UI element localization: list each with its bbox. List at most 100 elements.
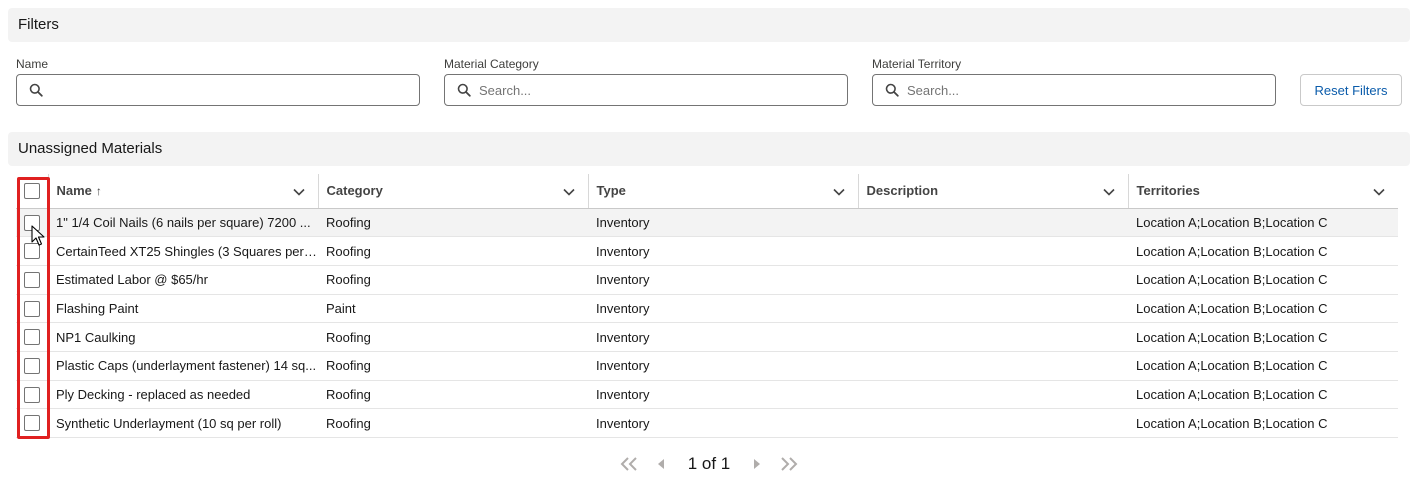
row-select-cell [16,265,48,295]
material-name: Plastic Caps (underlayment fastener) 14 … [48,351,318,381]
row-select-cell [16,380,48,410]
material-territories: Location A;Location B;Location C [1128,236,1398,266]
row-checkbox[interactable] [24,329,40,346]
next-page-icon[interactable] [746,453,768,475]
table-row[interactable]: Flashing Paint Paint Inventory Location … [16,294,1398,324]
page-indicator: 1 of 1 [687,454,731,473]
material-name: NP1 Caulking [48,322,318,352]
table-row[interactable]: Plastic Caps (underlayment fastener) 14 … [16,351,1398,381]
select-all-cell [16,174,48,209]
table-row[interactable]: CertainTeed XT25 Shingles (3 Squares per… [16,236,1398,266]
row-checkbox[interactable] [24,386,40,403]
material-name: 1" 1/4 Coil Nails (6 nails per square) 7… [48,208,318,238]
filters-header: Filters [8,8,1410,42]
table-row[interactable]: Synthetic Underlayment (10 sq per roll) … [16,408,1398,438]
material-territories: Location A;Location B;Location C [1128,380,1398,410]
material-name: Estimated Labor @ $65/hr [48,265,318,295]
row-select-cell [16,294,48,324]
table-row[interactable]: Ply Decking - replaced as needed Roofing… [16,380,1398,410]
material-category: Roofing [318,380,588,410]
material-category: Roofing [318,322,588,352]
row-checkbox[interactable] [24,300,40,317]
material-name: Flashing Paint [48,294,318,324]
material-description [858,380,1128,410]
material-category: Roofing [318,351,588,381]
column-header-label: Territories [1136,183,1200,199]
material-type: Inventory [588,294,858,324]
row-checkbox[interactable] [24,358,40,375]
material-territories: Location A;Location B;Location C [1128,322,1398,352]
material-category: Roofing [318,208,588,238]
material-type: Inventory [588,322,858,352]
material-description [858,322,1128,352]
row-select-cell [16,408,48,438]
name-filter-label: Name [16,57,49,71]
material-category: Roofing [318,265,588,295]
materials-table: Name ↑ Category Type Description Territor… [16,174,1398,438]
material-name: Synthetic Underlayment (10 sq per roll) [48,408,318,438]
mouse-pointer-icon [31,225,45,246]
column-header-description[interactable]: Description [857,174,1128,209]
material-name: Ply Decking - replaced as needed [48,380,318,410]
material-type: Inventory [588,408,858,438]
material-territories: Location A;Location B;Location C [1128,351,1398,381]
material-description [858,294,1128,324]
search-icon [877,75,907,105]
territory-filter-input[interactable] [907,76,1275,104]
category-filter-input[interactable] [479,76,847,104]
table-row[interactable]: Estimated Labor @ $65/hr Roofing Invento… [16,265,1398,295]
unassigned-materials-header: Unassigned Materials [8,132,1410,166]
select-all-checkbox[interactable] [24,183,40,200]
material-territories: Location A;Location B;Location C [1128,208,1398,238]
chevron-down-icon[interactable] [562,185,576,199]
reset-filters-button[interactable]: Reset Filters [1300,74,1402,106]
column-header-label: Description [866,183,939,199]
material-territories: Location A;Location B;Location C [1128,294,1398,324]
material-category: Paint [318,294,588,324]
material-description [858,351,1128,381]
material-territories: Location A;Location B;Location C [1128,408,1398,438]
column-header-territories[interactable]: Territories [1127,174,1398,209]
material-territories: Location A;Location B;Location C [1128,265,1398,295]
material-category: Roofing [318,408,588,438]
material-type: Inventory [588,380,858,410]
last-page-icon[interactable] [778,453,800,475]
column-header-type[interactable]: Type [587,174,858,209]
name-filter-field[interactable] [16,74,420,106]
table-row[interactable]: NP1 Caulking Roofing Inventory Location … [16,322,1398,352]
column-header-name[interactable]: Name ↑ [47,174,318,209]
material-type: Inventory [588,208,858,238]
chevron-down-icon[interactable] [292,185,306,199]
column-header-label: Category [326,183,383,199]
material-description [858,408,1128,438]
chevron-down-icon[interactable] [832,185,846,199]
column-header-category[interactable]: Category [317,174,588,209]
column-header-label: Type [596,183,626,199]
material-type: Inventory [588,236,858,266]
material-name: CertainTeed XT25 Shingles (3 Squares per… [48,236,318,266]
row-checkbox[interactable] [24,415,40,432]
material-type: Inventory [588,351,858,381]
previous-page-icon[interactable] [650,453,672,475]
first-page-icon[interactable] [618,453,640,475]
search-icon [449,75,479,105]
pagination: 1 of 1 [0,452,1418,476]
name-filter-input[interactable] [51,76,419,104]
material-type: Inventory [588,265,858,295]
sort-ascending-icon: ↑ [95,184,102,199]
territory-filter-label: Material Territory [872,57,962,71]
material-description [858,208,1128,238]
chevron-down-icon[interactable] [1372,185,1386,199]
material-description [858,265,1128,295]
chevron-down-icon[interactable] [1102,185,1116,199]
category-filter-field[interactable] [444,74,848,106]
material-category: Roofing [318,236,588,266]
territory-filter-field[interactable] [872,74,1276,106]
row-select-cell [16,351,48,381]
search-icon [21,75,51,105]
category-filter-label: Material Category [444,57,539,71]
row-select-cell [16,322,48,352]
material-description [858,236,1128,266]
table-row[interactable]: 1" 1/4 Coil Nails (6 nails per square) 7… [16,208,1398,238]
row-checkbox[interactable] [24,272,40,288]
